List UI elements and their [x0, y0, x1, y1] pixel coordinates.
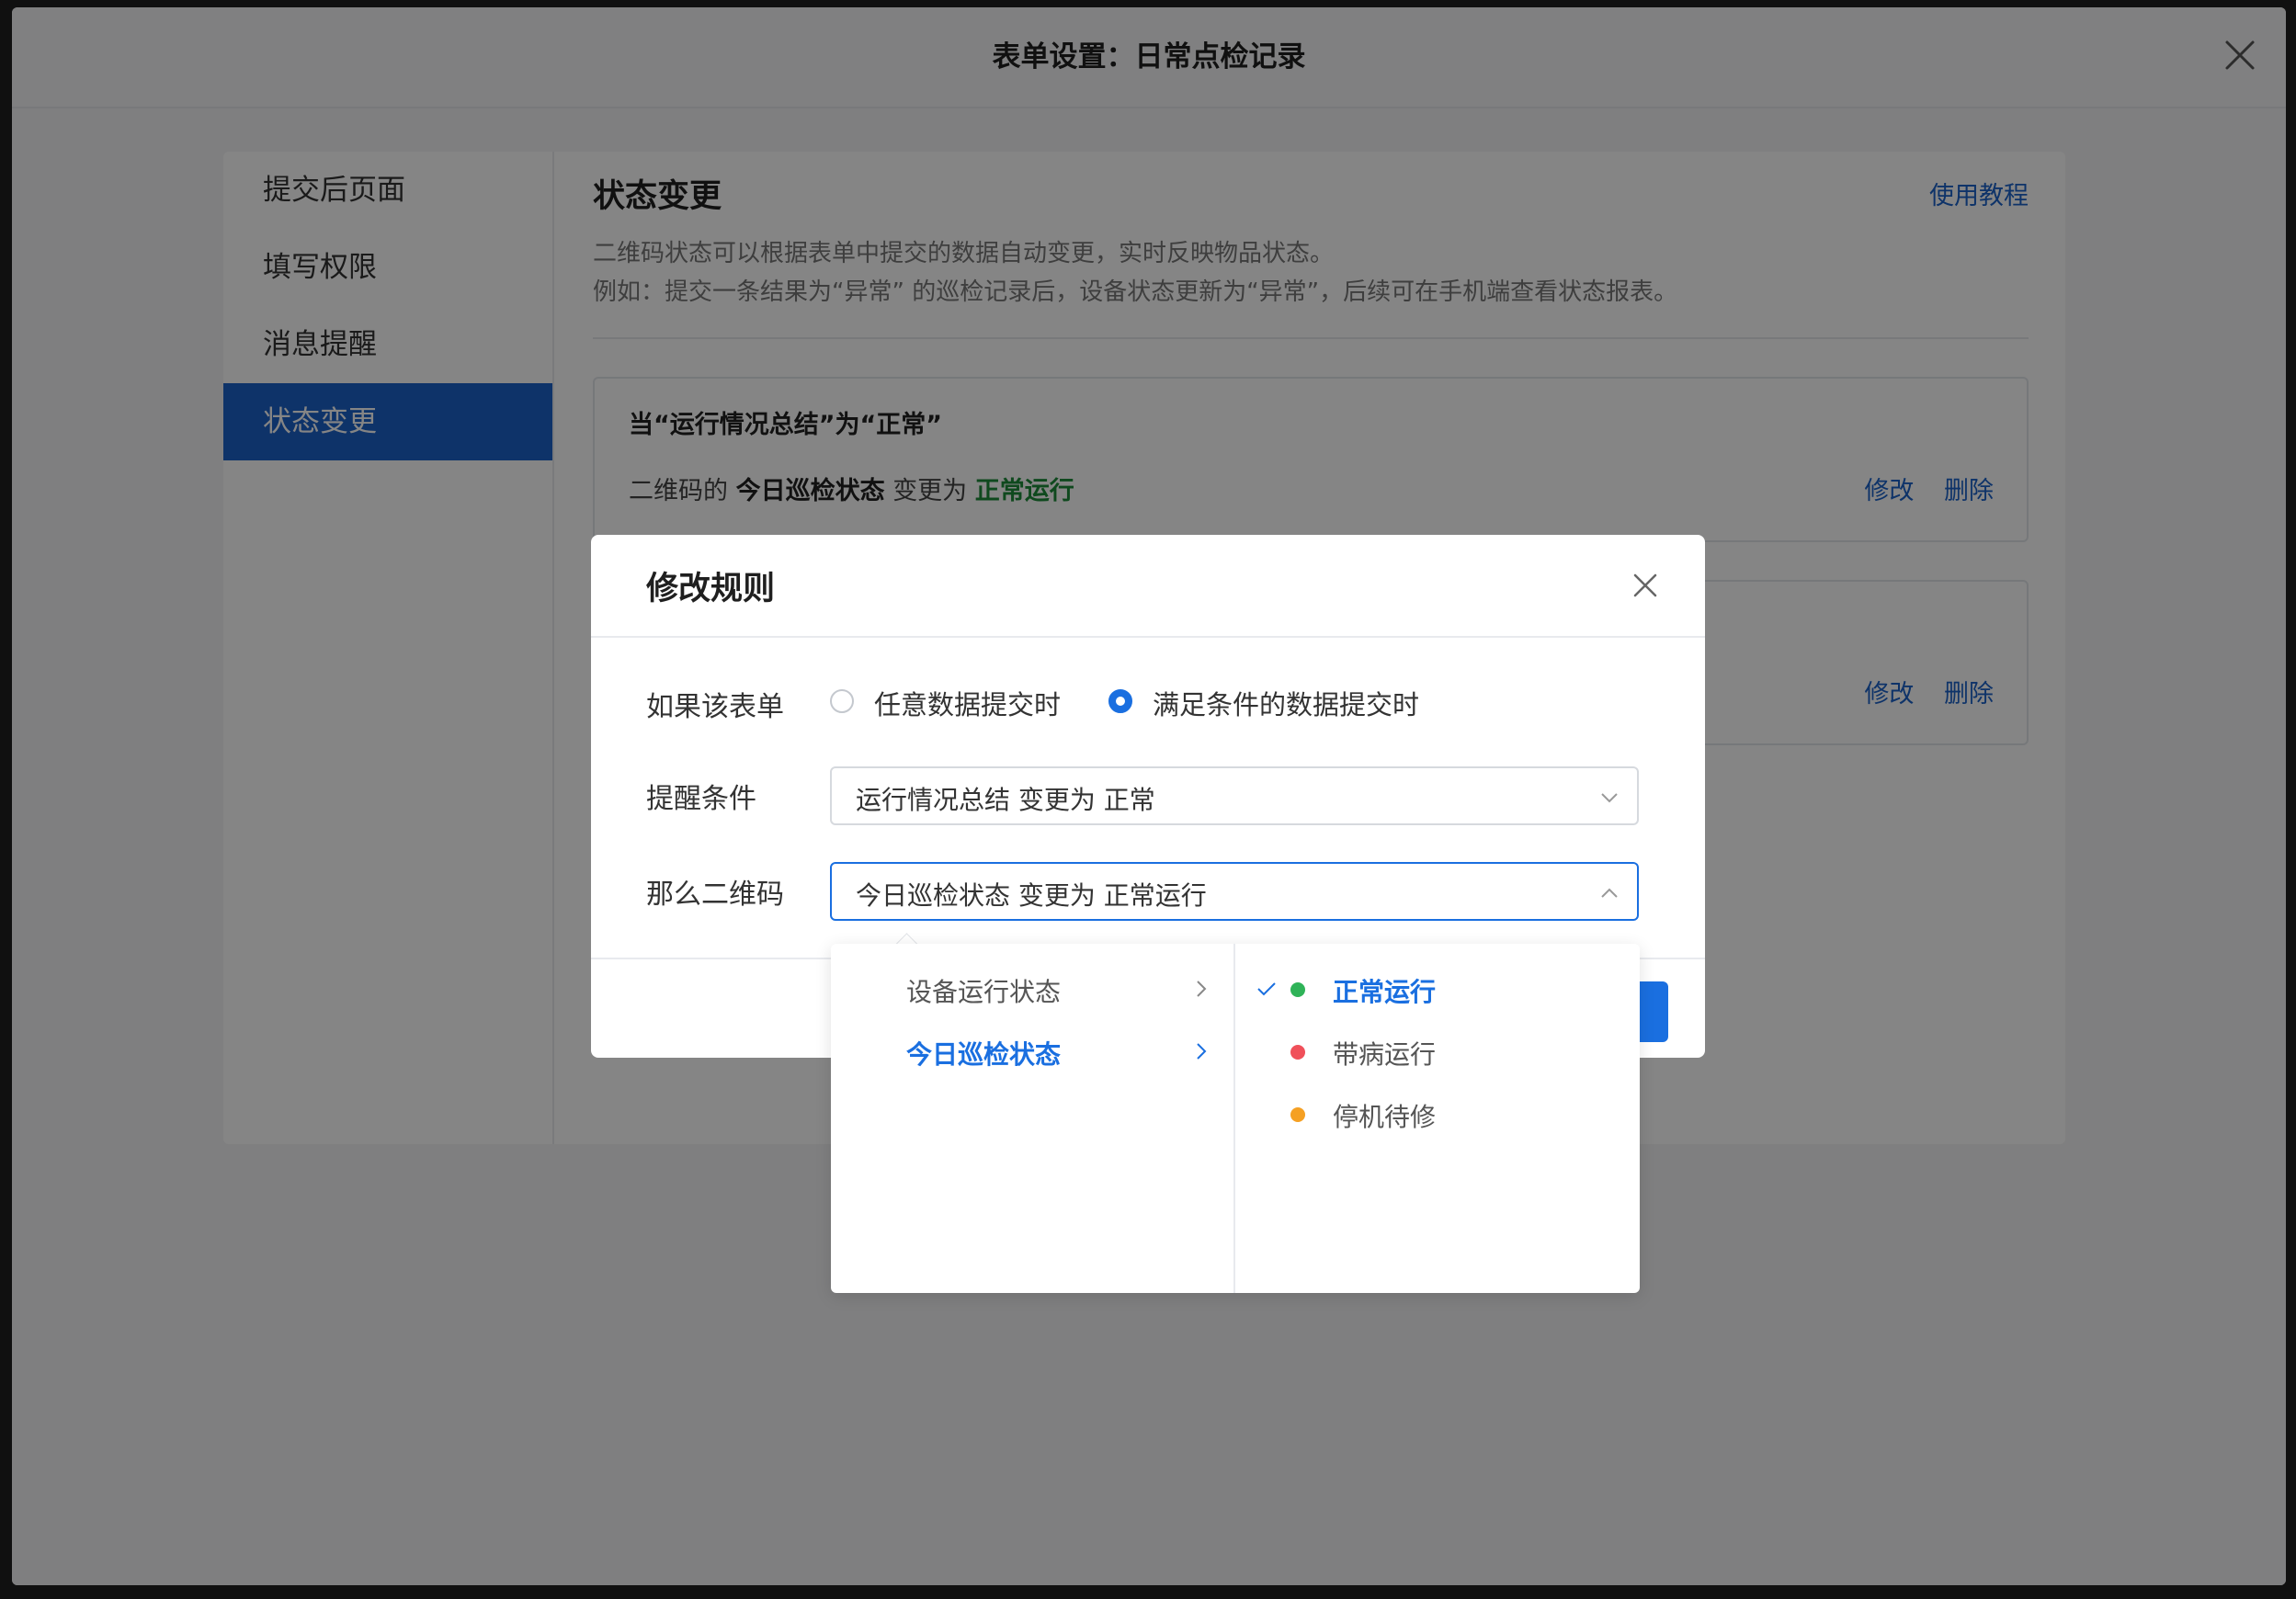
status-option-stopped[interactable]: 停机待修	[1235, 1086, 1640, 1143]
status-dot	[1290, 1045, 1305, 1060]
condition-select-value: 运行情况总结 变更为 正常	[856, 785, 1155, 815]
status-column: 正常运行 带病运行 停机待修	[1235, 944, 1640, 1293]
condition-select[interactable]: 运行情况总结 变更为 正常	[830, 766, 1639, 825]
chevron-down-icon	[1601, 793, 1618, 803]
status-option-label: 停机待修	[1333, 1102, 1437, 1132]
radio-any-submit[interactable]	[830, 689, 854, 713]
status-cascader-dropdown: 设备运行状态 今日巡检状态 正常运行 带病运行 停机待修	[831, 944, 1640, 1293]
close-icon[interactable]	[1630, 570, 1661, 601]
radio-conditional-submit[interactable]	[1108, 689, 1132, 713]
status-option-label: 正常运行	[1333, 977, 1437, 1007]
field-option-inspection-status[interactable]: 今日巡检状态	[831, 1024, 1233, 1081]
condition-label: 提醒条件	[646, 783, 756, 815]
modal-title: 修改规则	[646, 571, 776, 607]
if-form-label: 如果该表单	[646, 691, 784, 723]
status-option-faulty[interactable]: 带病运行	[1235, 1024, 1640, 1081]
field-option-equipment-status[interactable]: 设备运行状态	[831, 961, 1233, 1018]
status-option-normal[interactable]: 正常运行	[1235, 961, 1640, 1018]
modal-header: 修改规则	[591, 535, 1705, 638]
field-option-label: 设备运行状态	[906, 977, 1062, 1007]
status-dot	[1290, 982, 1305, 997]
status-select[interactable]: 今日巡检状态 变更为 正常运行	[830, 862, 1639, 921]
status-option-label: 带病运行	[1333, 1039, 1437, 1070]
radio-any-submit-label[interactable]: 任意数据提交时	[874, 684, 1061, 722]
chevron-up-icon	[1601, 888, 1618, 898]
then-qrcode-label: 那么二维码	[646, 879, 784, 911]
field-column: 设备运行状态 今日巡检状态	[831, 944, 1235, 1293]
chevron-right-icon	[1197, 1043, 1207, 1060]
status-select-value: 今日巡检状态 变更为 正常运行	[856, 880, 1207, 911]
status-dot	[1290, 1107, 1305, 1122]
radio-conditional-submit-label[interactable]: 满足条件的数据提交时	[1153, 684, 1419, 722]
chevron-right-icon	[1197, 981, 1207, 997]
field-option-label: 今日巡检状态	[906, 1039, 1062, 1070]
check-icon	[1257, 982, 1276, 996]
